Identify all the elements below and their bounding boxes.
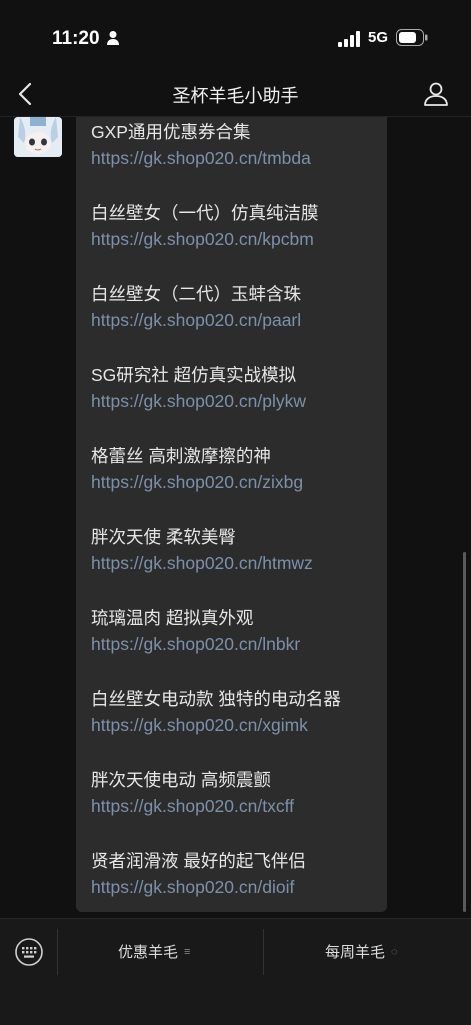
product-title: GXP通用优惠券合集 <box>91 122 251 142</box>
menu-meizhou-yangmao[interactable]: 每周羊毛 ◌ <box>325 941 398 962</box>
product-title: 胖次天使 柔软美臀 <box>91 527 236 547</box>
chat-title: 圣杯羊毛小助手 <box>172 86 299 106</box>
product-link[interactable]: https://gk.shop020.cn/kpcbm <box>91 226 387 252</box>
product-title: 白丝壁女（二代）玉蚌含珠 <box>91 284 301 304</box>
product-link[interactable]: https://gk.shop020.cn/lnbkr <box>91 631 387 657</box>
product-link[interactable]: https://gk.shop020.cn/tmbda <box>91 145 387 171</box>
status-bar: 11:20 5G <box>0 0 471 72</box>
list-item: 白丝壁女（一代）仿真纯洁膜 https://gk.shop020.cn/kpcb… <box>91 200 387 281</box>
profile-icon[interactable] <box>423 80 449 108</box>
list-item: 琉璃温肉 超拟真外观 https://gk.shop020.cn/lnbkr <box>91 605 387 686</box>
menu-youhui-yangmao[interactable]: 优惠羊毛 ≡ <box>118 941 190 962</box>
bottom-menu-bar: 优惠羊毛 ≡ 每周羊毛 ◌ <box>0 918 471 1025</box>
person-icon <box>107 31 119 45</box>
anime-avatar-icon <box>14 117 62 157</box>
list-item: 格蕾丝 高刺激摩擦的神 https://gk.shop020.cn/zixbg <box>91 443 387 524</box>
chat-bubble-icon: ◌ <box>391 945 398 958</box>
list-item: 胖次天使 柔软美臀 https://gk.shop020.cn/htmwz <box>91 524 387 605</box>
list-item: SG研究社 超仿真实战模拟 https://gk.shop020.cn/plyk… <box>91 362 387 443</box>
product-link[interactable]: https://gk.shop020.cn/paarl <box>91 307 387 333</box>
menu-divider <box>263 929 264 975</box>
menu-label: 每周羊毛 <box>325 944 386 961</box>
list-item: 白丝壁女（二代）玉蚌含珠 https://gk.shop020.cn/paarl <box>91 281 387 362</box>
product-link[interactable]: https://gk.shop020.cn/dioif <box>91 874 387 900</box>
battery-icon <box>396 29 428 46</box>
list-item: GXP通用优惠券合集 https://gk.shop020.cn/tmbda <box>91 119 387 200</box>
product-title: 白丝壁女电动款 独特的电动名器 <box>91 689 341 709</box>
product-title: 琉璃温肉 超拟真外观 <box>91 608 254 628</box>
product-title: 格蕾丝 高刺激摩擦的神 <box>91 446 271 466</box>
list-item: 白丝壁女电动款 独特的电动名器 https://gk.shop020.cn/xg… <box>91 686 387 767</box>
status-time: 11:20 <box>52 28 100 49</box>
product-title: SG研究社 超仿真实战模拟 <box>91 365 297 385</box>
menu-divider <box>57 929 58 975</box>
product-link[interactable]: https://gk.shop020.cn/zixbg <box>91 469 387 495</box>
scrollbar[interactable] <box>463 552 466 912</box>
product-link[interactable]: https://gk.shop020.cn/htmwz <box>91 550 387 576</box>
product-link[interactable]: https://gk.shop020.cn/plykw <box>91 388 387 414</box>
navigation-bar: 圣杯羊毛小助手 <box>0 72 471 117</box>
menu-label: 优惠羊毛 <box>118 944 179 961</box>
product-title: 白丝壁女（一代）仿真纯洁膜 <box>91 203 319 223</box>
product-title: 胖次天使电动 高频震颤 <box>91 770 271 790</box>
list-item: 胖次天使电动 高频震颤 https://gk.shop020.cn/txcff <box>91 767 387 848</box>
network-label: 5G <box>368 29 389 46</box>
bot-avatar[interactable] <box>14 117 62 157</box>
product-link[interactable]: https://gk.shop020.cn/txcff <box>91 793 387 819</box>
message-bubble[interactable]: GXP通用优惠券合集 https://gk.shop020.cn/tmbda 白… <box>76 117 387 912</box>
product-title: 贤者润滑液 最好的起飞伴侣 <box>91 851 306 871</box>
product-link[interactable]: https://gk.shop020.cn/xgimk <box>91 712 387 738</box>
chat-area[interactable]: GXP通用优惠券合集 https://gk.shop020.cn/tmbda 白… <box>0 117 471 917</box>
keyboard-icon[interactable] <box>14 937 44 967</box>
list-icon: ≡ <box>184 945 191 958</box>
signal-icon <box>338 31 360 47</box>
list-item: 贤者润滑液 最好的起飞伴侣 https://gk.shop020.cn/dioi… <box>91 848 387 917</box>
